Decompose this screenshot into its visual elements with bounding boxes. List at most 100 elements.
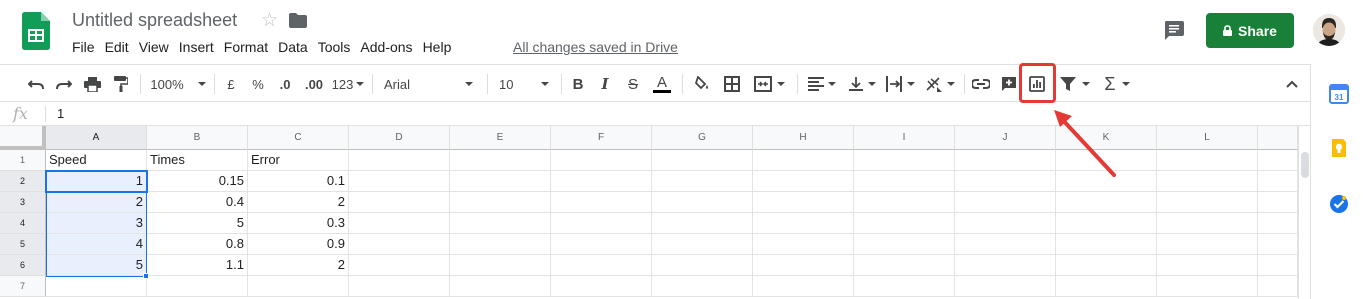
grid-cell[interactable] bbox=[1157, 255, 1258, 276]
column-header-h[interactable]: H bbox=[753, 126, 854, 150]
cell-b3[interactable]: 0.4 bbox=[147, 192, 248, 213]
grid-cell[interactable] bbox=[753, 171, 854, 192]
cell-c6[interactable]: 2 bbox=[248, 255, 349, 276]
grid-cell[interactable] bbox=[349, 234, 450, 255]
grid-cell[interactable] bbox=[248, 276, 349, 297]
currency-format-button[interactable]: £ bbox=[222, 65, 240, 103]
grid-cell[interactable] bbox=[652, 255, 753, 276]
row-header-2[interactable]: 2 bbox=[0, 171, 46, 192]
column-header-f[interactable]: F bbox=[551, 126, 652, 150]
column-header-m[interactable] bbox=[1258, 126, 1298, 150]
grid-cell[interactable] bbox=[349, 171, 450, 192]
grid-cell[interactable] bbox=[1056, 255, 1157, 276]
text-color-button[interactable]: A bbox=[652, 65, 672, 103]
percent-format-button[interactable]: % bbox=[249, 65, 267, 103]
grid-cell[interactable] bbox=[1157, 171, 1258, 192]
grid-cell[interactable] bbox=[753, 213, 854, 234]
grid-cell[interactable] bbox=[854, 213, 955, 234]
menu-tools[interactable]: Tools bbox=[313, 38, 356, 56]
cell-a5[interactable]: 4 bbox=[46, 234, 147, 255]
share-button[interactable]: Share bbox=[1206, 13, 1294, 48]
grid-cell[interactable] bbox=[450, 171, 551, 192]
formula-input[interactable]: 1 bbox=[57, 106, 64, 121]
grid-cell[interactable] bbox=[753, 276, 854, 297]
menu-view[interactable]: View bbox=[134, 38, 174, 56]
grid-cell[interactable] bbox=[1258, 255, 1298, 276]
grid-cell[interactable] bbox=[1157, 192, 1258, 213]
grid-cell[interactable] bbox=[450, 234, 551, 255]
column-header-e[interactable]: E bbox=[450, 126, 551, 150]
grid-cell[interactable] bbox=[551, 213, 652, 234]
more-formats-button[interactable]: 123 bbox=[331, 65, 365, 103]
text-rotation-icon[interactable] bbox=[922, 65, 958, 103]
grid-cell[interactable] bbox=[450, 150, 551, 171]
cell-b1[interactable]: Times bbox=[147, 150, 248, 171]
grid-cell[interactable] bbox=[854, 150, 955, 171]
cell-a1[interactable]: Speed bbox=[46, 150, 147, 171]
column-header-d[interactable]: D bbox=[349, 126, 450, 150]
merge-cells-icon[interactable] bbox=[750, 65, 788, 103]
select-all-corner[interactable] bbox=[0, 126, 46, 150]
grid-cell[interactable] bbox=[753, 150, 854, 171]
insert-link-icon[interactable] bbox=[970, 65, 992, 103]
grid-cell[interactable] bbox=[551, 192, 652, 213]
grid-cell[interactable] bbox=[450, 213, 551, 234]
grid-cell[interactable] bbox=[955, 255, 1056, 276]
grid-cell[interactable] bbox=[349, 276, 450, 297]
grid-cell[interactable] bbox=[551, 150, 652, 171]
functions-icon[interactable]: Σ bbox=[1100, 65, 1134, 103]
menu-insert[interactable]: Insert bbox=[174, 38, 219, 56]
italic-button[interactable]: I bbox=[596, 65, 614, 103]
grid-cell[interactable] bbox=[1258, 213, 1298, 234]
bold-button[interactable]: B bbox=[569, 65, 587, 103]
grid-cell[interactable] bbox=[652, 213, 753, 234]
fill-color-icon[interactable] bbox=[692, 65, 714, 103]
insert-comment-icon[interactable] bbox=[998, 65, 1020, 103]
grid-cell[interactable] bbox=[1056, 234, 1157, 255]
filter-icon[interactable] bbox=[1057, 65, 1093, 103]
column-header-i[interactable]: I bbox=[854, 126, 955, 150]
cell-a3[interactable]: 2 bbox=[46, 192, 147, 213]
grid-cell[interactable] bbox=[955, 234, 1056, 255]
grid-cell[interactable] bbox=[1157, 276, 1258, 297]
borders-icon[interactable] bbox=[721, 65, 743, 103]
cell-c2[interactable]: 0.1 bbox=[248, 171, 349, 192]
font-size-select[interactable]: 10 bbox=[499, 65, 554, 103]
grid-cell[interactable] bbox=[955, 192, 1056, 213]
menu-help[interactable]: Help bbox=[418, 38, 457, 56]
fill-handle[interactable] bbox=[143, 273, 149, 279]
row-header-7[interactable]: 7 bbox=[0, 276, 46, 297]
grid-cell[interactable] bbox=[46, 276, 147, 297]
menu-addons[interactable]: Add-ons bbox=[355, 38, 417, 56]
grid-cell[interactable] bbox=[1258, 234, 1298, 255]
save-status-link[interactable]: All changes saved in Drive bbox=[513, 38, 678, 56]
grid-cell[interactable] bbox=[1157, 213, 1258, 234]
grid-cell[interactable] bbox=[551, 276, 652, 297]
grid-cell[interactable] bbox=[1157, 150, 1258, 171]
grid-cell[interactable] bbox=[551, 234, 652, 255]
grid-cell[interactable] bbox=[450, 276, 551, 297]
grid-cell[interactable] bbox=[753, 255, 854, 276]
column-header-g[interactable]: G bbox=[652, 126, 753, 150]
grid-cell[interactable] bbox=[854, 255, 955, 276]
cell-c3[interactable]: 2 bbox=[248, 192, 349, 213]
grid-cell[interactable] bbox=[955, 213, 1056, 234]
menu-edit[interactable]: Edit bbox=[100, 38, 134, 56]
strikethrough-button[interactable]: S bbox=[624, 65, 642, 103]
tasks-icon[interactable] bbox=[1329, 194, 1349, 214]
row-header-4[interactable]: 4 bbox=[0, 213, 46, 234]
cell-c1[interactable]: Error bbox=[248, 150, 349, 171]
row-header-3[interactable]: 3 bbox=[0, 192, 46, 213]
grid-cell[interactable] bbox=[1056, 213, 1157, 234]
grid-cell[interactable] bbox=[349, 150, 450, 171]
grid-cell[interactable] bbox=[955, 171, 1056, 192]
column-header-a[interactable]: A bbox=[46, 126, 147, 150]
grid-cell[interactable] bbox=[854, 234, 955, 255]
scrollbar-thumb[interactable] bbox=[1301, 152, 1309, 178]
grid-cell[interactable] bbox=[753, 234, 854, 255]
grid-cell[interactable] bbox=[1258, 171, 1298, 192]
grid-cell[interactable] bbox=[349, 192, 450, 213]
menu-data[interactable]: Data bbox=[273, 38, 313, 56]
keep-icon[interactable] bbox=[1329, 138, 1349, 158]
font-select[interactable]: Arial bbox=[384, 65, 479, 103]
